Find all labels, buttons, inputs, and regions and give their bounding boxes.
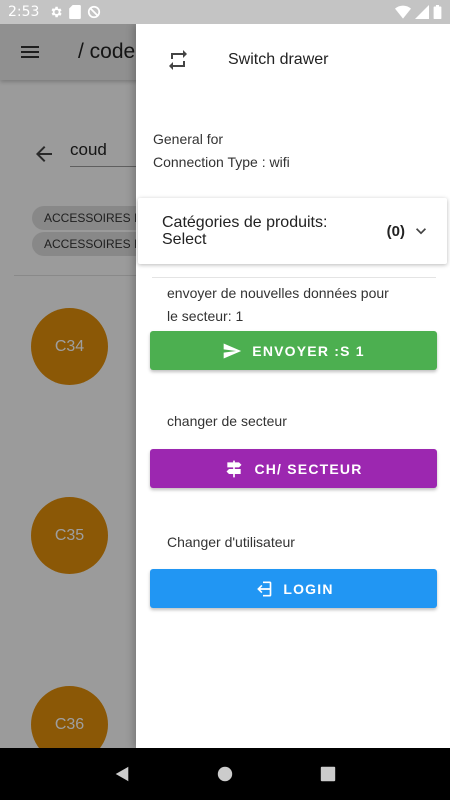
login-button-label: LOGIN: [283, 580, 334, 597]
connection-type-label: Connection Type : wifi: [153, 154, 290, 170]
gear-icon: [52, 6, 63, 18]
change-sector-button[interactable]: CH/ SECTEUR: [150, 449, 437, 488]
sd-card-icon: [69, 5, 82, 19]
category-dropdown[interactable]: Catégories de produits: Select (0): [138, 198, 447, 264]
connection-info: General for Connection Type : wifi: [153, 128, 290, 174]
recents-icon[interactable]: [319, 765, 337, 783]
no-sync-icon: [88, 5, 101, 19]
navigation-drawer: Switch drawer General for Connection Typ…: [136, 24, 450, 748]
category-count: (0): [386, 222, 405, 240]
switch-drawer-label: Switch drawer: [228, 51, 329, 68]
send-note: envoyer de nouvelles données pour le sec…: [167, 282, 389, 328]
user-note: Changer d'utilisateur: [167, 534, 295, 550]
send-icon: [223, 343, 242, 358]
home-icon[interactable]: [216, 765, 234, 783]
send-note-line1: envoyer de nouvelles données pour: [167, 285, 389, 301]
chevron-down-icon: [416, 228, 426, 235]
login-button[interactable]: LOGIN: [150, 569, 437, 608]
category-title: Catégories de produits:: [162, 214, 328, 231]
change-sector-label: CH/ SECTEUR: [254, 460, 363, 477]
back-icon[interactable]: [113, 765, 131, 783]
signpost-icon: [226, 460, 242, 477]
general-for-label: General for: [153, 131, 224, 147]
swap-icon: [169, 50, 187, 70]
send-note-line2: le secteur: 1: [167, 308, 244, 324]
status-time: 2:53: [8, 4, 40, 20]
send-button-label: ENVOYER :S 1: [252, 342, 365, 359]
drawer-header[interactable]: Switch drawer: [136, 24, 450, 96]
signal-icon: [415, 5, 429, 19]
status-right-icons: [395, 5, 442, 19]
send-button[interactable]: ENVOYER :S 1: [150, 331, 437, 370]
system-nav-bar: [0, 748, 450, 800]
divider: [152, 277, 436, 278]
wifi-icon: [395, 5, 411, 19]
category-select-value: Select: [162, 231, 207, 248]
sector-note: changer de secteur: [167, 413, 287, 429]
category-text: Catégories de produits: Select: [162, 214, 327, 248]
status-left-icons: [49, 5, 101, 19]
status-bar: 2:53: [0, 0, 450, 24]
battery-icon: [433, 5, 442, 19]
login-icon: [257, 581, 272, 596]
